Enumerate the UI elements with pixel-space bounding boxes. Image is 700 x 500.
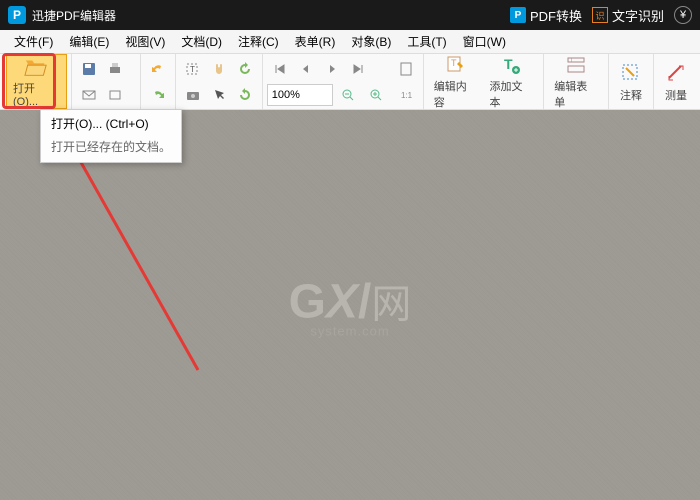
measure-button[interactable]: 测量 — [658, 54, 694, 109]
pdf-convert-label: PDF转换 — [530, 6, 582, 25]
prev-page-icon — [299, 62, 313, 76]
scan-button[interactable] — [103, 83, 127, 107]
edit-content-icon: T — [444, 54, 468, 76]
open-tooltip: 打开(O)... (Ctrl+O) 打开已经存在的文档。 — [40, 109, 182, 163]
print-button[interactable] — [103, 57, 127, 81]
next-page-button[interactable] — [320, 57, 344, 81]
menu-document[interactable]: 文档(D) — [175, 31, 228, 52]
prev-page-button[interactable] — [294, 57, 318, 81]
fit-page-icon — [398, 61, 414, 77]
annotate-label: 注释 — [620, 87, 642, 103]
svg-text:T: T — [451, 58, 457, 68]
undo-button[interactable] — [146, 57, 170, 81]
undo-icon — [150, 61, 166, 77]
cny-label: ¥ — [680, 9, 686, 21]
add-text-button[interactable]: T 添加文本 — [484, 54, 540, 109]
watermark-g: G — [289, 276, 326, 329]
tooltip-desc: 打开已经存在的文档。 — [41, 135, 181, 162]
zoom-out-icon — [341, 88, 355, 102]
annotate-icon — [619, 61, 643, 85]
edit-content-button[interactable]: T 编辑内容 — [428, 54, 484, 109]
redo-button[interactable] — [146, 83, 170, 107]
redo-icon — [150, 87, 166, 103]
edit-form-label: 编辑表单 — [554, 78, 598, 110]
menu-view[interactable]: 视图(V) — [119, 31, 171, 52]
snapshot-icon — [185, 87, 201, 103]
watermark-x: X — [326, 276, 358, 329]
email-button[interactable] — [77, 83, 101, 107]
titlebar: P 迅捷PDF编辑器 P PDF转换 识 文字识别 ¥ — [0, 0, 700, 30]
pdf-convert-icon: P — [510, 7, 526, 23]
zoom-input[interactable] — [267, 84, 333, 106]
fit-page-button[interactable] — [394, 57, 418, 81]
edit-form-button[interactable]: T 编辑表单 — [548, 54, 604, 109]
app-logo-icon: P — [8, 6, 26, 24]
watermark-cn: 网 — [371, 283, 411, 327]
purchase-button[interactable]: ¥ — [674, 6, 692, 24]
first-page-button[interactable] — [268, 57, 292, 81]
add-text-label: 添加文本 — [490, 78, 534, 110]
menu-comment[interactable]: 注释(C) — [232, 31, 285, 52]
ocr-button[interactable]: 识 文字识别 — [592, 6, 664, 25]
open-button[interactable]: 打开(O)... — [6, 54, 67, 109]
add-text-icon: T — [499, 54, 523, 76]
svg-text:T: T — [504, 56, 513, 72]
measure-label: 测量 — [665, 87, 687, 103]
svg-text:T: T — [570, 58, 573, 64]
watermark: GX/网 system.com — [289, 272, 412, 339]
text-select-icon: T — [185, 61, 201, 77]
last-page-button[interactable] — [346, 57, 370, 81]
svg-text:T: T — [190, 65, 195, 74]
rotate-cw-icon — [237, 87, 253, 103]
print-icon — [107, 61, 123, 77]
menu-window[interactable]: 窗口(W) — [457, 31, 512, 52]
hand-button[interactable] — [207, 57, 231, 81]
last-page-icon — [351, 62, 365, 76]
select-button[interactable] — [207, 83, 231, 107]
document-canvas[interactable]: GX/网 system.com — [0, 110, 700, 500]
scan-icon — [107, 87, 123, 103]
rotate-ccw-button[interactable] — [233, 57, 257, 81]
next-page-icon — [325, 62, 339, 76]
menu-form[interactable]: 表单(R) — [289, 31, 342, 52]
edit-content-label: 编辑内容 — [434, 78, 478, 110]
snapshot-button[interactable] — [181, 83, 205, 107]
email-icon — [81, 87, 97, 103]
menu-tools[interactable]: 工具(T) — [401, 31, 452, 52]
rotate-ccw-icon — [237, 61, 253, 77]
toolbar: 打开(O)... T — [0, 54, 700, 110]
watermark-slash: / — [358, 276, 371, 329]
ocr-label: 文字识别 — [612, 6, 664, 25]
svg-text:1:1: 1:1 — [401, 91, 413, 100]
hand-icon — [211, 61, 227, 77]
open-label: 打开(O)... — [13, 80, 60, 108]
app-title: 迅捷PDF编辑器 — [32, 7, 116, 24]
first-page-icon — [273, 62, 287, 76]
edit-form-icon: T — [564, 54, 588, 76]
menu-file[interactable]: 文件(F) — [8, 31, 59, 52]
save-button[interactable] — [77, 57, 101, 81]
tooltip-title: 打开(O)... (Ctrl+O) — [41, 110, 181, 135]
measure-icon — [664, 61, 688, 85]
zoom-in-icon — [369, 88, 383, 102]
ocr-icon: 识 — [592, 7, 608, 23]
select-icon — [211, 87, 227, 103]
folder-open-icon — [24, 56, 48, 78]
pdf-convert-button[interactable]: P PDF转换 — [510, 6, 582, 25]
rotate-cw-button[interactable] — [233, 83, 257, 107]
actual-size-icon: 1:1 — [398, 87, 414, 103]
menu-object[interactable]: 对象(B) — [345, 31, 397, 52]
save-icon — [81, 61, 97, 77]
text-select-button[interactable]: T — [181, 57, 205, 81]
actual-size-button[interactable]: 1:1 — [394, 83, 418, 107]
zoom-out-button[interactable] — [336, 83, 360, 107]
annotate-button[interactable]: 注释 — [613, 54, 649, 109]
menu-edit[interactable]: 编辑(E) — [63, 31, 115, 52]
zoom-in-button[interactable] — [364, 83, 388, 107]
menubar: 文件(F) 编辑(E) 视图(V) 文档(D) 注释(C) 表单(R) 对象(B… — [0, 30, 700, 54]
